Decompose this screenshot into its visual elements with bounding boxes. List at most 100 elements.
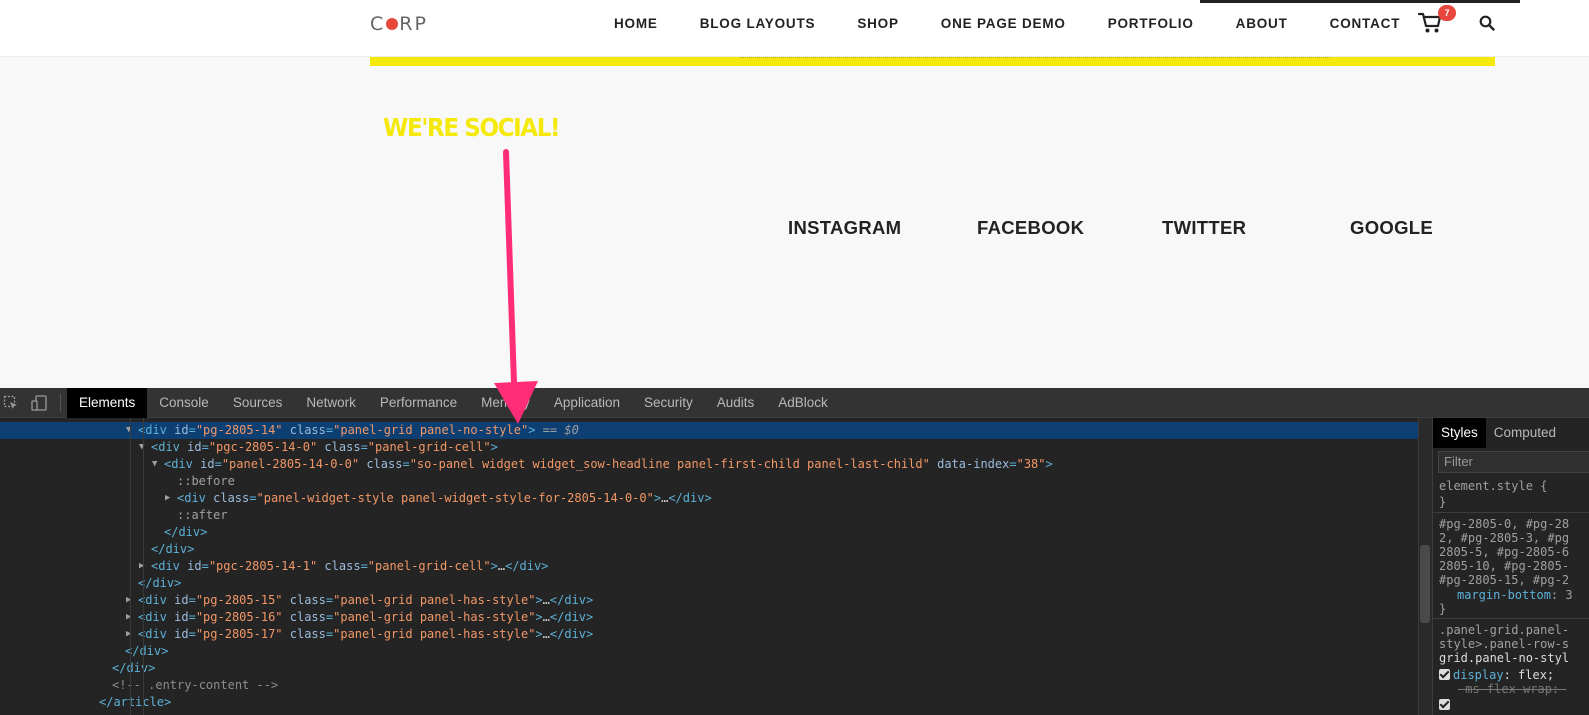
tag-name: <div <box>151 559 180 573</box>
attr-value: "panel-grid panel-has-style" <box>333 610 536 624</box>
rule2-selector-line: style>.panel-row-s <box>1439 637 1570 651</box>
styles-tabs: Styles Computed <box>1433 418 1589 448</box>
tab-audits[interactable]: Audits <box>705 388 767 418</box>
rule2-property-name: display <box>1453 668 1504 682</box>
dom-node[interactable]: </div> <box>0 660 1418 677</box>
closing-tag: </div> <box>125 644 169 658</box>
tab-computed[interactable]: Computed <box>1486 418 1564 448</box>
social-link-instagram[interactable]: INSTAGRAM <box>788 217 901 239</box>
tab-application[interactable]: Application <box>542 388 632 418</box>
rule1-close: } <box>1439 602 1447 616</box>
dom-node-content: </article> <box>99 694 171 711</box>
rule2-property-display[interactable]: display: flex; <box>1439 668 1554 682</box>
selected-equals: == <box>535 423 558 437</box>
dom-node[interactable]: ▶ <div id="pg-2805-16" class="panel-grid … <box>0 609 1418 626</box>
nav-portfolio[interactable]: PORTFOLIO <box>1108 16 1194 31</box>
nav-one-page-demo[interactable]: ONE PAGE DEMO <box>941 16 1066 31</box>
dom-node-content: </div> <box>138 575 181 592</box>
dom-node[interactable]: ▶ <div id="pg-2805-17" class="panel-grid … <box>0 626 1418 643</box>
rule2-struck-property: -ms-flex-wrap: <box>1458 682 1567 696</box>
nav-blog-layouts[interactable]: BLOG LAYOUTS <box>700 16 816 31</box>
attr-name: class <box>317 559 361 573</box>
nav-contact[interactable]: CONTACT <box>1330 16 1401 31</box>
closing-tag: </div> <box>668 491 712 505</box>
dom-node[interactable]: </article> <box>0 694 1418 711</box>
devtools-panel: Elements Console Sources Network Perform… <box>0 388 1589 715</box>
attr-name: data-index <box>929 457 1010 471</box>
dom-node-content: <div id="pgc-2805-14-0" class="panel-gri… <box>151 439 498 456</box>
selected-ref: $0 <box>557 423 579 437</box>
tab-network[interactable]: Network <box>294 388 368 418</box>
rule2-selector-line: .panel-grid.panel- <box>1439 623 1570 637</box>
social-link-google[interactable]: GOOGLE <box>1350 217 1433 239</box>
expand-triangle-icon[interactable]: ▼ <box>152 456 157 473</box>
nav-home[interactable]: HOME <box>614 16 658 31</box>
main-nav: HOME BLOG LAYOUTS SHOP ONE PAGE DEMO POR… <box>614 16 1400 31</box>
nav-about[interactable]: ABOUT <box>1236 16 1288 31</box>
rule1-selector-line: 2, #pg-2805-3, #pg <box>1439 531 1570 545</box>
tab-styles[interactable]: Styles <box>1433 418 1486 448</box>
dom-node[interactable]: ▼ <div id="pgc-2805-14-0" class="panel-gr… <box>0 439 1418 456</box>
yellow-banner-strip <box>370 57 1495 66</box>
dom-node[interactable]: ▶ <div class="panel-widget-style panel-wi… <box>0 490 1418 507</box>
attr-value: "panel-grid-cell" <box>367 559 491 573</box>
tab-security[interactable]: Security <box>632 388 705 418</box>
attr-value: "panel-grid-cell" <box>367 440 491 454</box>
dom-node[interactable]: </div> <box>0 541 1418 558</box>
styles-filter-input[interactable]: Filter <box>1438 451 1589 473</box>
rule2-selector-line: grid.panel-no-styl <box>1439 651 1570 665</box>
dom-node[interactable]: ▼ <div id="panel-2805-14-0-0" class="so-p… <box>0 456 1418 473</box>
dom-node-content: ::before <box>177 473 235 490</box>
tab-sources[interactable]: Sources <box>221 388 295 418</box>
closing-tag: </div> <box>549 627 594 641</box>
dom-node-content: <div id="pgc-2805-14-1" class="panel-gri… <box>151 558 548 575</box>
tab-adblock[interactable]: AdBlock <box>766 388 840 418</box>
nav-shop[interactable]: SHOP <box>857 16 898 31</box>
dom-node[interactable]: ▶ <div id="pg-2805-15" class="panel-grid … <box>0 592 1418 609</box>
dom-node[interactable]: </div> <box>0 524 1418 541</box>
inspect-element-icon[interactable] <box>3 395 19 411</box>
social-link-facebook[interactable]: FACEBOOK <box>977 217 1084 239</box>
pseudo-element: ::before <box>177 474 235 488</box>
rule1-property-name: margin-bottom <box>1457 588 1551 602</box>
dom-node-selected[interactable]: ▼ <div id="pg-2805-14" class="panel-grid … <box>0 422 1418 439</box>
rule1-selector-line: #pg-2805-15, #pg-2 <box>1439 573 1570 587</box>
attr-equals: = <box>1009 457 1017 471</box>
tag-bracket: > <box>535 627 543 641</box>
tag-bracket: > <box>653 491 662 505</box>
collapsed-ellipsis: … <box>542 593 550 607</box>
dom-node[interactable]: ::before <box>0 473 1418 490</box>
dom-node[interactable]: </div> <box>0 575 1418 592</box>
banner-text-remnant <box>740 57 1330 60</box>
attr-name: id <box>179 440 202 454</box>
pseudo-element: ::after <box>177 508 228 522</box>
html-comment: <!-- .entry-content --> <box>112 678 279 692</box>
attr-value: "pgc-2805-14-1" <box>208 559 318 573</box>
styles-rule-divider <box>1433 512 1589 513</box>
rule1-property[interactable]: margin-bottom: 3 <box>1457 588 1573 602</box>
dom-node[interactable]: </div> <box>0 643 1418 660</box>
tab-console[interactable]: Console <box>147 388 221 418</box>
tab-elements[interactable]: Elements <box>67 388 148 418</box>
property-checkbox[interactable] <box>1439 669 1450 680</box>
attr-name: class <box>205 491 250 505</box>
closing-tag: </div> <box>112 661 156 675</box>
social-link-twitter[interactable]: TWITTER <box>1162 217 1246 239</box>
dom-node[interactable]: ▶ <div id="pgc-2805-14-1" class="panel-gr… <box>0 558 1418 575</box>
dom-node[interactable]: ::after <box>0 507 1418 524</box>
elements-dom-tree[interactable]: ▼ <div id="pg-2805-14" class="panel-grid … <box>0 418 1418 715</box>
dom-scrollbar-thumb[interactable] <box>1420 545 1430 623</box>
site-logo[interactable]: C RP <box>370 13 428 35</box>
collapse-triangle-icon[interactable]: ▶ <box>165 490 170 507</box>
search-icon[interactable] <box>1479 15 1495 31</box>
dom-node-content: </div> <box>112 660 155 677</box>
property-checkbox[interactable] <box>1439 699 1450 710</box>
dom-node[interactable]: <!-- .entry-content --> <box>0 677 1418 694</box>
tab-memory[interactable]: Memory <box>469 388 542 418</box>
tab-performance[interactable]: Performance <box>368 388 469 418</box>
dom-node-content: <div id="pg-2805-14" class="panel-grid p… <box>138 422 579 439</box>
attr-equals: = <box>188 593 196 607</box>
tag-name: <div <box>177 491 206 505</box>
dom-node-content: <!-- .entry-content --> <box>112 677 278 694</box>
device-toolbar-icon[interactable] <box>31 395 47 411</box>
